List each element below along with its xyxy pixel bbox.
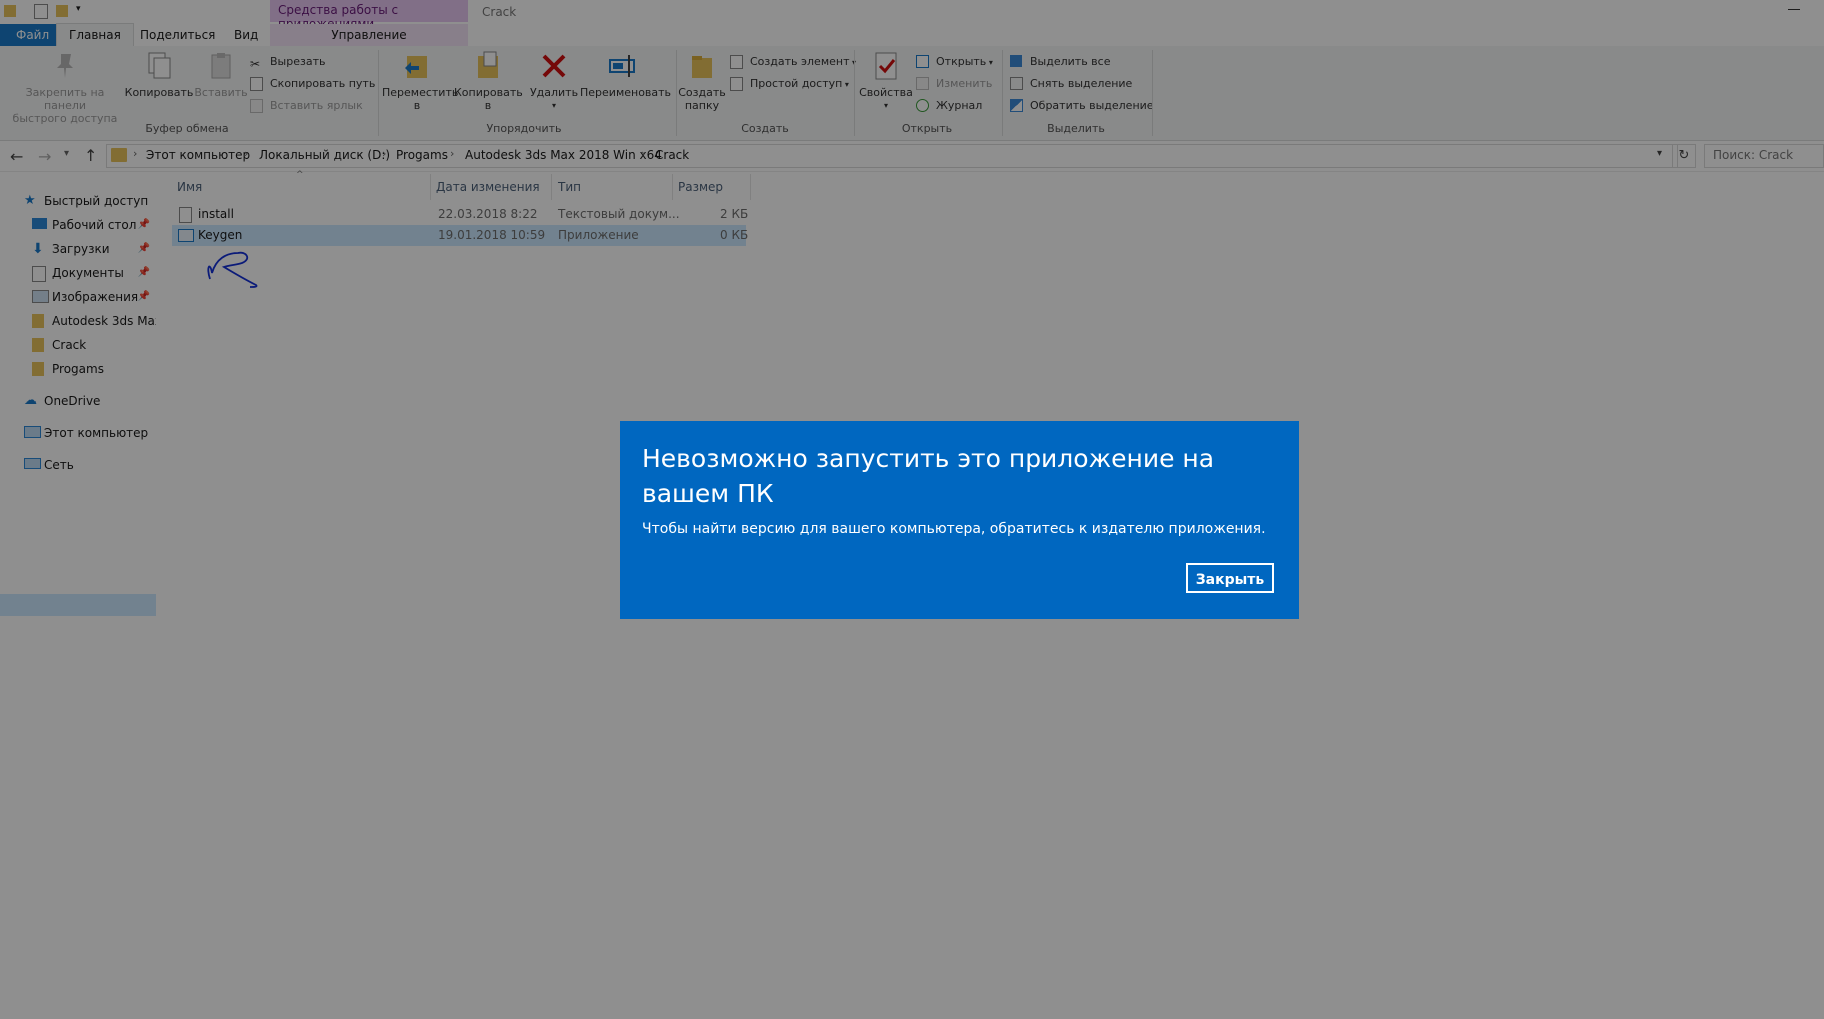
dialog-title: Невозможно запустить это приложение на в… (642, 444, 1215, 508)
error-dialog: Невозможно запустить это приложение на в… (620, 421, 1299, 619)
close-button[interactable]: Закрыть (1186, 563, 1274, 593)
dialog-message: Чтобы найти версию для вашего компьютера… (642, 521, 1266, 537)
